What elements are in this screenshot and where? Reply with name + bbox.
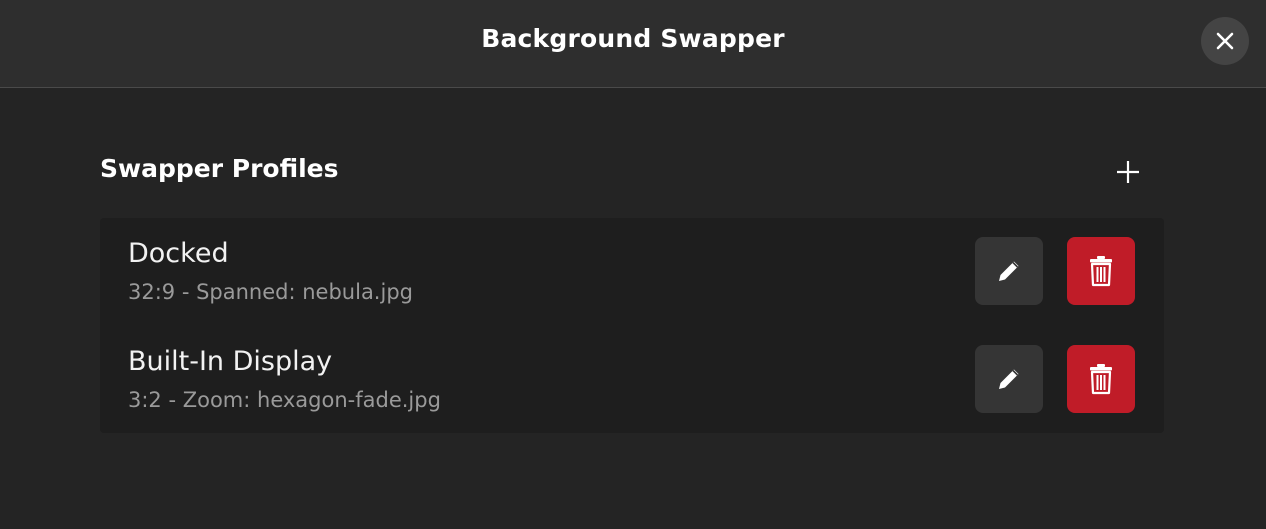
edit-profile-button[interactable] [975, 345, 1043, 413]
edit-profile-button[interactable] [975, 237, 1043, 305]
delete-profile-button[interactable] [1067, 237, 1135, 305]
profile-details: 32:9 - Spanned: nebula.jpg [128, 280, 413, 304]
pencil-icon [999, 261, 1019, 281]
pencil-icon [999, 369, 1019, 389]
window-title: Background Swapper [481, 24, 785, 53]
trash-icon [1090, 256, 1112, 287]
profile-details: 3:2 - Zoom: hexagon-fade.jpg [128, 388, 441, 412]
section-title: Swapper Profiles [100, 154, 339, 183]
trash-icon [1090, 364, 1112, 395]
profile-name: Docked [128, 238, 229, 269]
headerbar: Background Swapper [0, 0, 1266, 88]
profile-row[interactable]: Docked 32:9 - Spanned: nebula.jpg [100, 218, 1164, 325]
plus-icon [1117, 161, 1139, 183]
delete-profile-button[interactable] [1067, 345, 1135, 413]
profile-list: Docked 32:9 - Spanned: nebula.jpg Built-… [100, 218, 1164, 433]
close-button[interactable] [1201, 17, 1249, 65]
profile-name: Built-In Display [128, 346, 333, 377]
close-icon [1216, 32, 1234, 50]
add-profile-button[interactable] [1108, 152, 1148, 192]
profile-row[interactable]: Built-In Display 3:2 - Zoom: hexagon-fad… [100, 326, 1164, 433]
